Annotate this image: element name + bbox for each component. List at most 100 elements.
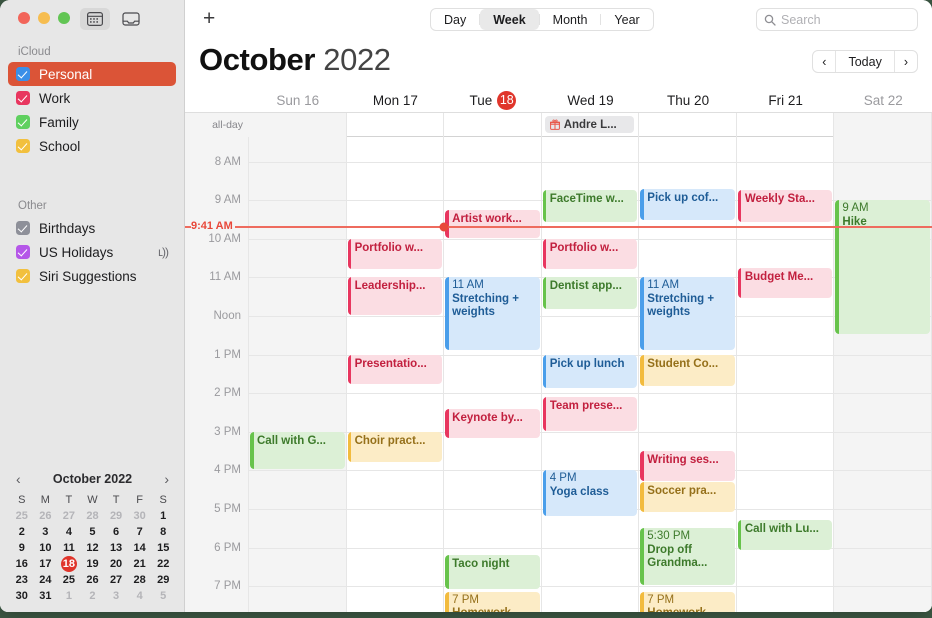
- day-column-tue[interactable]: [444, 137, 542, 612]
- day-header-thu-20[interactable]: Thu 20: [639, 88, 737, 112]
- minimize-button[interactable]: [38, 12, 50, 24]
- add-event-button[interactable]: +: [203, 8, 215, 29]
- mini-calendar-day[interactable]: 28: [81, 508, 105, 524]
- mini-calendar-day[interactable]: 3: [34, 524, 58, 540]
- calendar-event[interactable]: FaceTime w...: [542, 190, 638, 223]
- mini-calendar-day[interactable]: 14: [128, 540, 152, 556]
- search-box[interactable]: [756, 8, 918, 31]
- day-header-wed-19[interactable]: Wed 19: [542, 88, 640, 112]
- mini-calendar-day[interactable]: 28: [128, 572, 152, 588]
- mini-calendar-day[interactable]: 24: [34, 572, 58, 588]
- calendar-event[interactable]: 4 PM Yoga class: [542, 470, 638, 516]
- mini-calendar-prev-button[interactable]: ‹: [16, 472, 21, 486]
- mini-calendar-day[interactable]: 20: [104, 556, 128, 572]
- mini-calendar-day[interactable]: 25: [57, 572, 81, 588]
- mini-calendar-day[interactable]: 6: [104, 524, 128, 540]
- calendar-event[interactable]: Pick up cof...: [640, 188, 735, 221]
- mini-calendar-day[interactable]: 22: [151, 556, 175, 572]
- day-header-sun-16[interactable]: Sun 16: [249, 88, 347, 112]
- mini-calendar-day[interactable]: 21: [128, 556, 152, 572]
- inbox-view-icon[interactable]: [116, 8, 146, 30]
- calendar-event[interactable]: Weekly Sta...: [737, 190, 833, 223]
- calendar-event[interactable]: Portfolio w...: [542, 238, 638, 269]
- tab-day[interactable]: Day: [431, 9, 479, 30]
- calendar-event[interactable]: Call with G...: [250, 431, 345, 470]
- calendar-checkbox[interactable]: [16, 115, 30, 129]
- mini-calendar-day[interactable]: 10: [34, 540, 58, 556]
- mini-calendar-day[interactable]: 26: [81, 572, 105, 588]
- calendar-event[interactable]: Budget Me...: [737, 267, 833, 298]
- calendar-checkbox[interactable]: [16, 269, 30, 283]
- calendar-checkbox[interactable]: [16, 139, 30, 153]
- calendar-event[interactable]: Pick up lunch: [542, 354, 638, 389]
- all-day-cell[interactable]: [639, 113, 737, 137]
- calendar-checkbox[interactable]: [16, 67, 30, 81]
- calendar-event[interactable]: Taco night: [445, 555, 540, 589]
- calendar-event[interactable]: Portfolio w...: [347, 238, 443, 269]
- calendar-event[interactable]: 11 AM Stretching + weights: [640, 277, 735, 350]
- sidebar-item-us-holidays[interactable]: US Holidays ʟ)): [8, 240, 176, 264]
- calendar-checkbox[interactable]: [16, 221, 30, 235]
- sidebar-item-personal[interactable]: Personal: [8, 62, 176, 86]
- mini-calendar-day[interactable]: 1: [57, 588, 81, 604]
- all-day-event[interactable]: Andre L...: [544, 116, 635, 133]
- all-day-cell[interactable]: [444, 113, 542, 137]
- calendar-checkbox[interactable]: [16, 91, 30, 105]
- all-day-cell[interactable]: [347, 113, 445, 137]
- mini-calendar-day[interactable]: 1: [151, 508, 175, 524]
- mini-calendar-day[interactable]: 27: [57, 508, 81, 524]
- mini-calendar-day[interactable]: 5: [81, 524, 105, 540]
- calendar-event[interactable]: Leadership...: [347, 277, 443, 315]
- mini-calendar-day[interactable]: 3: [104, 588, 128, 604]
- calendar-event[interactable]: Dentist app...: [542, 277, 638, 310]
- mini-calendar-day[interactable]: 25: [10, 508, 34, 524]
- calendar-event[interactable]: 11 AM Stretching + weights: [445, 277, 540, 350]
- next-week-button[interactable]: ›: [895, 51, 917, 72]
- mini-calendar-day[interactable]: 29: [104, 508, 128, 524]
- mini-calendar-day[interactable]: 31: [34, 588, 58, 604]
- close-button[interactable]: [18, 12, 30, 24]
- mini-calendar-day[interactable]: 9: [10, 540, 34, 556]
- all-day-cell[interactable]: [249, 113, 347, 137]
- all-day-cell[interactable]: [834, 113, 932, 137]
- sidebar-item-work[interactable]: Work: [8, 86, 176, 110]
- day-header-mon-17[interactable]: Mon 17: [347, 88, 445, 112]
- zoom-button[interactable]: [58, 12, 70, 24]
- calendar-event[interactable]: 7 PMHomework: [640, 591, 735, 612]
- sidebar-item-family[interactable]: Family: [8, 110, 176, 134]
- calendar-event[interactable]: 7 PMHomework: [445, 591, 540, 612]
- calendar-view-icon[interactable]: [80, 8, 110, 30]
- mini-calendar-day[interactable]: 17: [34, 556, 58, 572]
- calendar-event[interactable]: Call with Lu...: [737, 520, 833, 551]
- mini-calendar-day[interactable]: 16: [10, 556, 34, 572]
- calendar-event[interactable]: Team prese...: [542, 396, 638, 431]
- mini-calendar-day[interactable]: 15: [151, 540, 175, 556]
- mini-calendar-day[interactable]: 4: [128, 588, 152, 604]
- calendar-event[interactable]: Keynote by...: [445, 408, 540, 439]
- mini-calendar-day[interactable]: 13: [104, 540, 128, 556]
- day-header-sat-22[interactable]: Sat 22: [834, 88, 932, 112]
- mini-calendar-day[interactable]: 2: [81, 588, 105, 604]
- mini-calendar-day[interactable]: 29: [151, 572, 175, 588]
- mini-calendar-next-button[interactable]: ›: [164, 472, 169, 486]
- calendar-event[interactable]: Writing ses...: [640, 451, 735, 481]
- calendar-event[interactable]: 5:30 PM Drop off Grandma...: [640, 528, 735, 586]
- mini-calendar-day[interactable]: 4: [57, 524, 81, 540]
- calendar-event[interactable]: Artist work...: [445, 209, 540, 238]
- all-day-cell[interactable]: [737, 113, 835, 137]
- mini-calendar-day[interactable]: 30: [10, 588, 34, 604]
- tab-year[interactable]: Year: [601, 9, 652, 30]
- mini-calendar-day[interactable]: 27: [104, 572, 128, 588]
- search-input[interactable]: [781, 12, 910, 27]
- day-header-tue[interactable]: Tue 18: [444, 88, 542, 112]
- mini-calendar-day[interactable]: 23: [10, 572, 34, 588]
- mini-calendar-day[interactable]: 19: [81, 556, 105, 572]
- previous-week-button[interactable]: ‹: [813, 51, 835, 72]
- calendar-event[interactable]: Choir pract...: [347, 431, 443, 462]
- calendar-checkbox[interactable]: [16, 245, 30, 259]
- calendar-event[interactable]: Presentatio...: [347, 354, 443, 385]
- sidebar-item-siri-suggestions[interactable]: Siri Suggestions: [8, 264, 176, 288]
- sidebar-item-birthdays[interactable]: Birthdays: [8, 216, 176, 240]
- calendar-event[interactable]: Student Co...: [640, 354, 735, 387]
- day-header-fri-21[interactable]: Fri 21: [737, 88, 835, 112]
